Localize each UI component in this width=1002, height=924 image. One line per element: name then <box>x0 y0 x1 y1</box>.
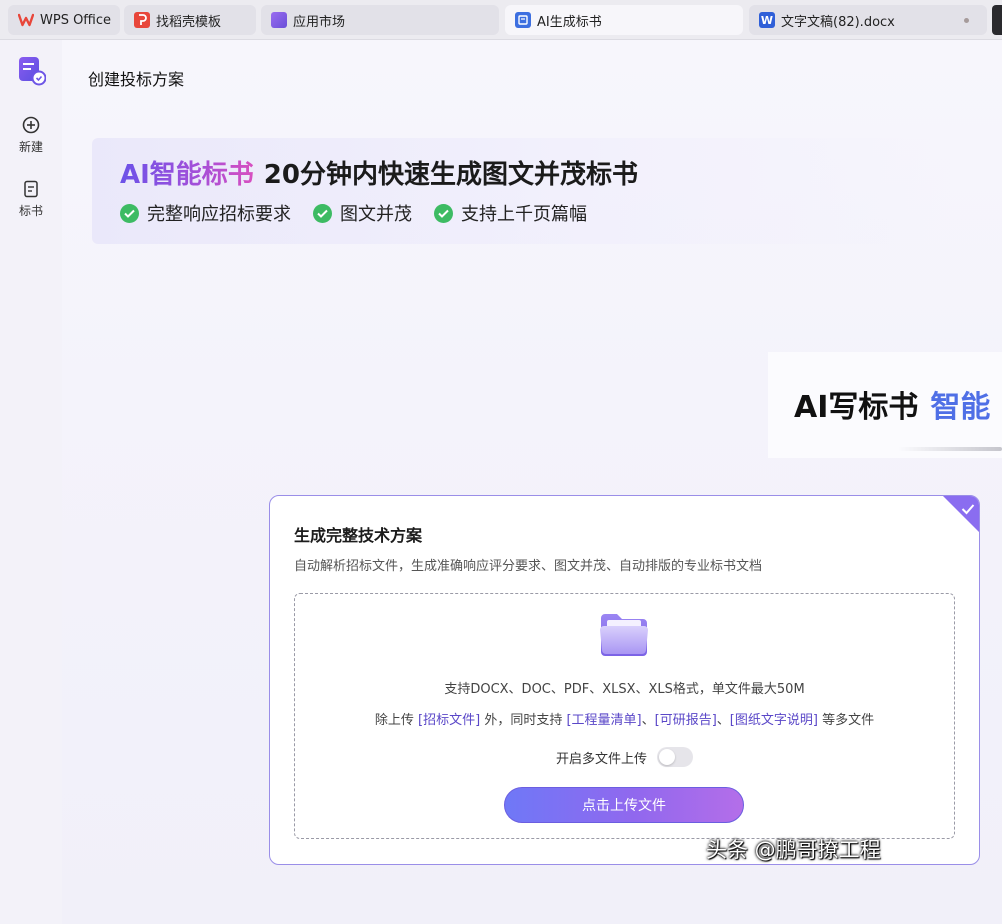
sidebar-item-bid-docs[interactable]: 标书 <box>0 178 62 219</box>
tab-ai-bid[interactable]: AI生成标书 <box>505 5 743 35</box>
note-highlight: [图纸文字说明] <box>729 713 818 728</box>
promo-divider <box>898 447 1002 451</box>
multi-upload-label: 开启多文件上传 <box>555 751 647 767</box>
app-market-icon <box>271 12 287 28</box>
extra-files-note: 除上传 [招标文件] 外，同时支持 [工程量清单]、[可研报告]、[图纸文字说明… <box>295 709 954 728</box>
plus-circle-icon <box>22 114 40 136</box>
docer-icon <box>134 12 150 28</box>
page-title: 创建投标方案 <box>88 70 185 89</box>
note-text: 、 <box>716 713 730 728</box>
multi-upload-toggle[interactable] <box>657 747 693 767</box>
promo-text-b: 智能 <box>930 390 991 425</box>
feature-item: 完整响应招标要求 <box>120 200 291 226</box>
check-circle-icon <box>313 203 332 223</box>
check-circle-icon <box>120 203 139 223</box>
card-title: 生成完整技术方案 <box>294 526 423 545</box>
tech-plan-card[interactable]: 生成完整技术方案 自动解析招标文件，生成准确响应评分要求、图文并茂、自动排版的专… <box>269 495 980 865</box>
feature-item: 支持上千页篇幅 <box>434 200 587 226</box>
note-text: 除上传 <box>374 713 419 728</box>
tab-word-document[interactable]: W 文字文稿(82).docx <box>749 5 987 35</box>
hero-brand: AI智能标书 <box>120 160 254 190</box>
promo-text: AI写标书 智能 <box>794 382 990 426</box>
sidebar: 新建 标书 <box>0 40 62 924</box>
tab-wps-office[interactable]: WPS Office <box>8 5 120 35</box>
hero-headline: 20分钟内快速生成图文并茂标书 <box>263 160 638 190</box>
word-doc-icon: W <box>759 12 775 28</box>
card-description: 自动解析招标文件，生成准确响应评分要求、图文并茂、自动排版的专业标书文档 <box>294 559 763 574</box>
note-text: 、 <box>641 713 655 728</box>
ai-bid-icon <box>515 12 531 28</box>
upload-file-button[interactable]: 点击上传文件 <box>504 787 744 823</box>
wps-logo-icon <box>18 12 34 28</box>
feature-label: 完整响应招标要求 <box>147 204 291 225</box>
note-text: 等多文件 <box>817 713 875 728</box>
tab-label: 应用市场 <box>293 14 346 30</box>
multi-upload-row: 开启多文件上传 <box>295 747 954 767</box>
check-circle-icon <box>434 203 453 223</box>
sidebar-item-new[interactable]: 新建 <box>0 114 62 155</box>
hero-features: 完整响应招标要求 图文并茂 支持上千页篇幅 <box>120 200 609 226</box>
unsaved-dot-icon <box>964 18 969 23</box>
watermark: 头条 @鹏哥撩工程 <box>706 838 881 862</box>
tab-label: 找稻壳模板 <box>156 14 222 30</box>
tab-app-market[interactable]: 应用市场 <box>261 5 499 35</box>
promo-text-a: AI写标书 <box>794 390 919 425</box>
tab-label: WPS Office <box>40 12 112 28</box>
folder-icon <box>597 608 651 660</box>
main-content: 创建投标方案 AI智能标书 20分钟内快速生成图文并茂标书 完整响应招标要求 图文… <box>62 40 1002 924</box>
tab-docer-templates[interactable]: 找稻壳模板 <box>124 5 256 35</box>
note-highlight: [可研报告] <box>654 713 717 728</box>
app-logo-icon <box>18 56 47 86</box>
window-edge <box>992 5 1002 35</box>
check-icon <box>961 500 975 515</box>
file-drop-zone[interactable]: 支持DOCX、DOC、PDF、XLSX、XLS格式，单文件最大50M 除上传 [… <box>294 593 955 839</box>
tab-bar: WPS Office 找稻壳模板 应用市场 AI生成标书 W 文字文稿(82).… <box>0 0 1002 40</box>
sidebar-item-label: 标书 <box>18 204 43 218</box>
document-icon <box>23 178 39 200</box>
supported-formats: 支持DOCX、DOC、PDF、XLSX、XLS格式，单文件最大50M <box>444 682 805 697</box>
feature-item: 图文并茂 <box>313 200 412 226</box>
tab-label: AI生成标书 <box>537 14 602 30</box>
feature-label: 支持上千页篇幅 <box>461 204 587 225</box>
hero-title: AI智能标书 20分钟内快速生成图文并茂标书 <box>120 154 638 191</box>
sidebar-item-label: 新建 <box>18 140 43 154</box>
tab-label: 文字文稿(82).docx <box>781 14 895 30</box>
note-text: 外，同时支持 <box>480 713 567 728</box>
note-highlight: [招标文件] <box>418 713 481 728</box>
feature-label: 图文并茂 <box>340 204 412 225</box>
note-highlight: [工程量清单] <box>566 713 642 728</box>
promo-banner: AI写标书 智能 <box>768 352 1002 458</box>
